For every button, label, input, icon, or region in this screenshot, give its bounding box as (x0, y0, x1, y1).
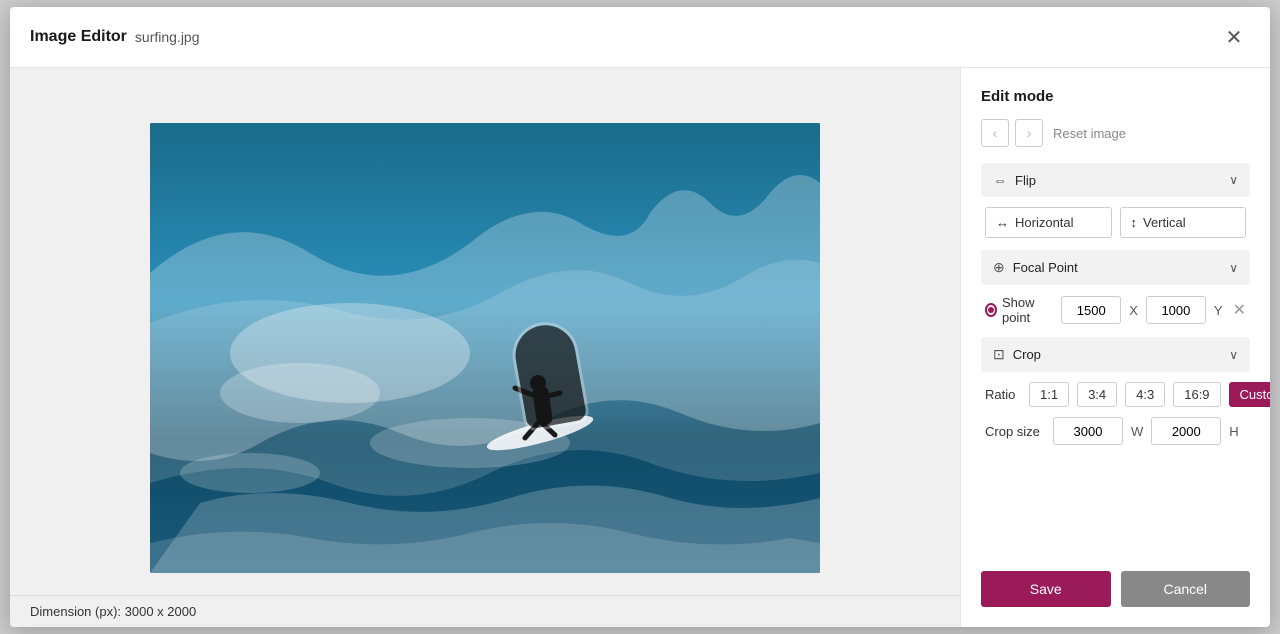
focal-section-header[interactable]: ⊕ Focal Point ∨ (981, 250, 1250, 285)
height-label: H (1229, 424, 1238, 439)
radio-circle (985, 303, 997, 317)
nav-row: ‹ › Reset image (981, 119, 1250, 147)
dimension-text: Dimension (px): 3000 x 2000 (30, 604, 196, 619)
modal-filename: surfing.jpg (135, 29, 200, 45)
crop-chevron-icon: ∨ (1229, 348, 1238, 362)
image-container (150, 123, 820, 573)
show-point-radio[interactable]: Show point (985, 295, 1053, 325)
flip-chevron-icon: ∨ (1229, 173, 1238, 187)
ratio-16-9-button[interactable]: 16:9 (1173, 382, 1220, 407)
ratio-row: Ratio 1:1 3:4 4:3 16:9 Custom (985, 382, 1246, 407)
y-label: Y (1214, 303, 1223, 318)
crop-size-row: Crop size W H (985, 417, 1246, 445)
ratio-label: Ratio (985, 387, 1021, 402)
crop-height-input[interactable] (1151, 417, 1221, 445)
focal-section-left: ⊕ Focal Point (993, 259, 1078, 276)
crop-section-label: Crop (1013, 347, 1041, 362)
crop-section-content: Ratio 1:1 3:4 4:3 16:9 Custom Crop size … (981, 382, 1250, 457)
focal-icon: ⊕ (993, 259, 1005, 276)
edit-mode-title: Edit mode (981, 88, 1250, 105)
modal-body: Dimension (px): 3000 x 2000 Edit mode ‹ … (10, 68, 1270, 627)
save-button[interactable]: Save (981, 571, 1111, 607)
focal-section-label: Focal Point (1013, 260, 1078, 275)
focal-clear-icon[interactable]: ✕ (1233, 300, 1246, 320)
crop-size-label: Crop size (985, 424, 1045, 439)
ratio-custom-button[interactable]: Custom (1229, 382, 1270, 407)
cancel-button[interactable]: Cancel (1121, 571, 1251, 607)
flip-icon: ⇔ (993, 172, 1007, 188)
dimension-bar: Dimension (px): 3000 x 2000 (10, 595, 960, 627)
crop-icon: ⊡ (993, 346, 1005, 363)
forward-button[interactable]: › (1015, 119, 1043, 147)
reset-image-link[interactable]: Reset image (1053, 126, 1126, 141)
flip-h-label: Horizontal (1015, 215, 1074, 230)
flip-section-label: Flip (1015, 173, 1036, 188)
flip-h-icon: ↔ (996, 215, 1009, 230)
footer-buttons: Save Cancel (981, 561, 1250, 607)
flip-section-content: ↔ Horizontal ↕ Vertical (981, 207, 1250, 250)
radio-inner (988, 307, 994, 313)
wave-overlay (150, 123, 820, 573)
focal-section-content: Show point X Y ✕ (981, 295, 1250, 337)
focal-chevron-icon: ∨ (1229, 261, 1238, 275)
y-coord-input[interactable] (1146, 296, 1206, 324)
ratio-3-4-button[interactable]: 3:4 (1077, 382, 1117, 407)
width-label: W (1131, 424, 1143, 439)
crop-section-header[interactable]: ⊡ Crop ∨ (981, 337, 1250, 372)
modal-title: Image Editor (30, 28, 127, 46)
modal-header: Image Editor surfing.jpg ✕ (10, 7, 1270, 68)
spacer (981, 457, 1250, 561)
focal-row: Show point X Y ✕ (985, 295, 1246, 325)
flip-buttons: ↔ Horizontal ↕ Vertical (985, 207, 1246, 238)
back-button[interactable]: ‹ (981, 119, 1009, 147)
flip-section-left: ⇔ Flip (993, 172, 1036, 188)
x-coord-input[interactable] (1061, 296, 1121, 324)
ratio-1-1-button[interactable]: 1:1 (1029, 382, 1069, 407)
image-area: Dimension (px): 3000 x 2000 (10, 68, 960, 627)
flip-v-icon: ↕ (1131, 215, 1138, 230)
crop-width-input[interactable] (1053, 417, 1123, 445)
image-editor-modal: Image Editor surfing.jpg ✕ (10, 7, 1270, 627)
flip-vertical-button[interactable]: ↕ Vertical (1120, 207, 1247, 238)
right-panel: Edit mode ‹ › Reset image ⇔ Flip ∨ ↔ (960, 68, 1270, 627)
crop-section-left: ⊡ Crop (993, 346, 1041, 363)
flip-section-header[interactable]: ⇔ Flip ∨ (981, 163, 1250, 197)
flip-horizontal-button[interactable]: ↔ Horizontal (985, 207, 1112, 238)
ratio-4-3-button[interactable]: 4:3 (1125, 382, 1165, 407)
close-button[interactable]: ✕ (1218, 21, 1250, 53)
x-label: X (1129, 303, 1138, 318)
flip-v-label: Vertical (1143, 215, 1186, 230)
show-point-label: Show point (1002, 295, 1053, 325)
surf-image (150, 123, 820, 573)
